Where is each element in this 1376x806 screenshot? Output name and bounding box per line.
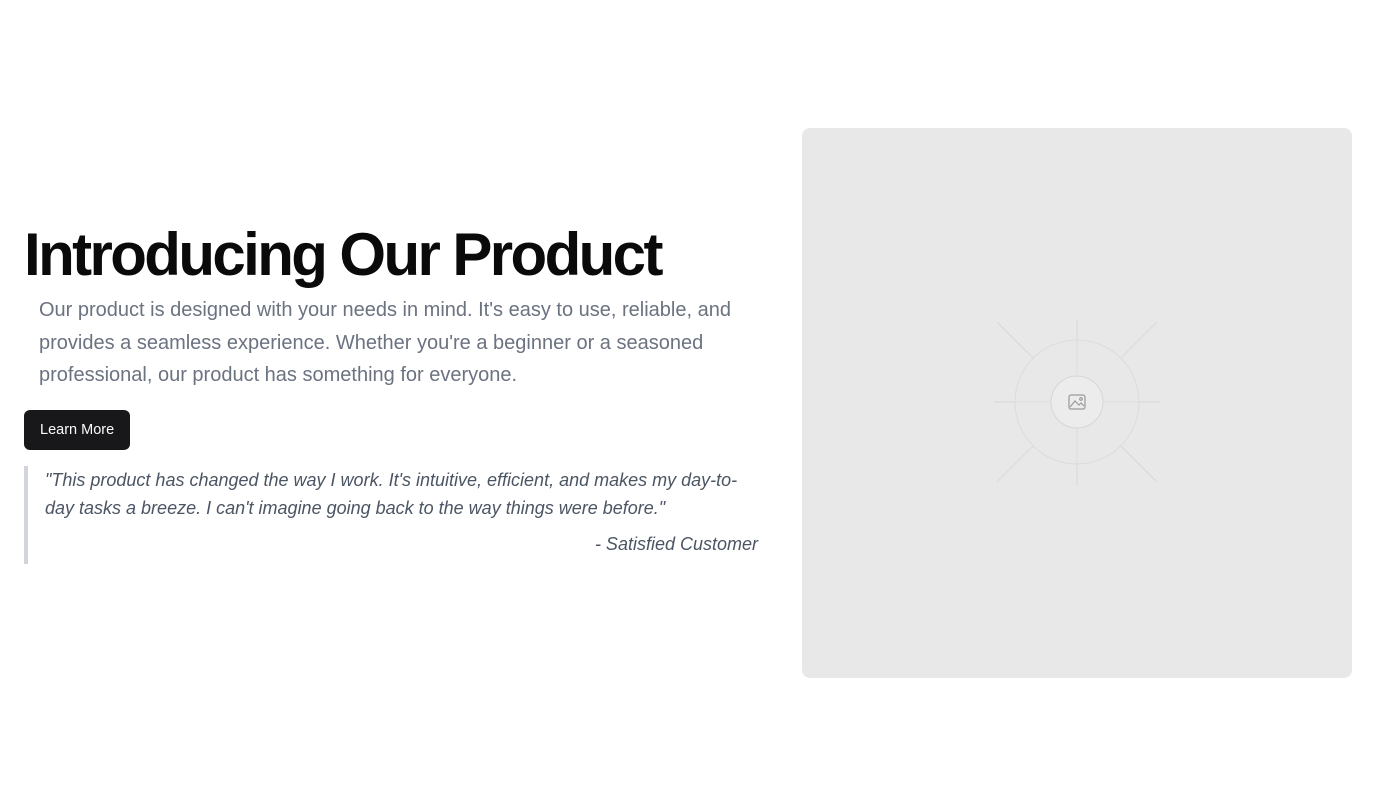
testimonial-author: - Satisfied Customer xyxy=(594,533,758,554)
hero-description: Our product is designed with your needs … xyxy=(39,299,731,386)
learn-more-button[interactable]: Learn More xyxy=(24,409,131,450)
testimonial-text: "This product has changed the way I work… xyxy=(45,469,738,518)
testimonial-quote: "This product has changed the way I work… xyxy=(24,465,758,564)
hero-title: Introducing Our Product xyxy=(24,221,663,288)
hero-content: Introducing Our Product Our product is d… xyxy=(24,222,764,564)
product-image-placeholder xyxy=(802,128,1352,678)
hero-section: Introducing Our Product Our product is d… xyxy=(0,0,1376,806)
image-placeholder-icon xyxy=(994,320,1160,486)
